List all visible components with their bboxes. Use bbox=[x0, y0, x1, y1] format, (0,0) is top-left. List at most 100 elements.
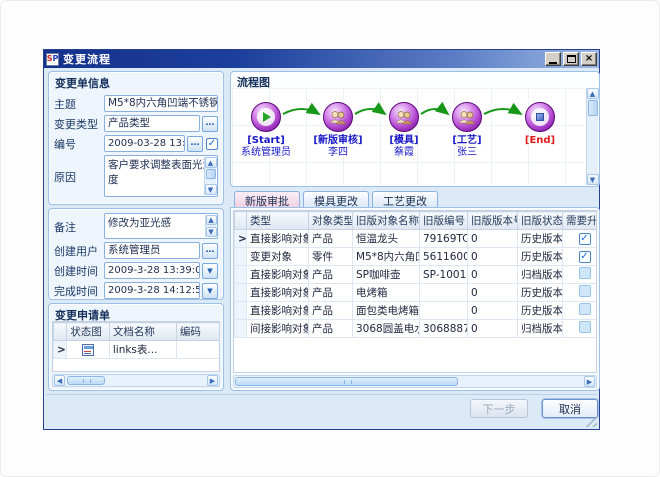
upgrade-checkbox[interactable] bbox=[579, 285, 591, 297]
remarks-text: 修改为亚光感 bbox=[108, 217, 171, 229]
detail-table-hscrollbar[interactable]: ▶ bbox=[233, 375, 597, 388]
detail-col-header-6[interactable]: 旧版状态 bbox=[518, 212, 563, 230]
create-user-browse-button[interactable]: … bbox=[202, 243, 218, 259]
minimize-button[interactable] bbox=[545, 52, 561, 66]
number-input[interactable]: 2009-03-28 13:39:01 bbox=[104, 135, 185, 152]
request-table-hscrollbar[interactable]: ◀ ▶ bbox=[52, 374, 220, 387]
node-person: 张三 bbox=[425, 147, 509, 159]
node-circle[interactable] bbox=[525, 102, 555, 132]
scroll-up-icon[interactable]: ▲ bbox=[206, 215, 217, 225]
change-type-browse-button[interactable]: … bbox=[202, 116, 218, 132]
create-user-input[interactable]: 系统管理员 bbox=[104, 242, 200, 259]
upgrade-checkbox[interactable] bbox=[579, 267, 591, 279]
finish-time-label: 完成时间 bbox=[54, 283, 104, 299]
detail-cell: 面包类电烤箱 bbox=[353, 302, 420, 320]
row-selector bbox=[235, 284, 247, 302]
scroll-right-icon[interactable]: ▶ bbox=[584, 376, 595, 387]
tab-2[interactable]: 工艺更改 bbox=[372, 191, 438, 208]
node-circle[interactable] bbox=[251, 102, 281, 132]
create-time-dropdown-button[interactable]: ▼ bbox=[202, 263, 218, 279]
scroll-right-icon[interactable]: ▶ bbox=[207, 375, 218, 386]
tab-1[interactable]: 模具更改 bbox=[303, 191, 369, 208]
cancel-button[interactable]: 取消 bbox=[542, 399, 598, 418]
detail-cell: 产品 bbox=[309, 320, 353, 338]
remarks-scrollbar[interactable]: ▲ ▼ bbox=[205, 215, 216, 237]
upgrade-cell[interactable] bbox=[563, 320, 598, 338]
upgrade-cell[interactable] bbox=[563, 266, 598, 284]
request-col-header-1[interactable]: 状态图 bbox=[67, 323, 109, 341]
number-browse-button[interactable]: … bbox=[187, 136, 203, 152]
request-form-panel: 变更申请单 状态图文档名称编码>links表...普通 ◀ ▶ bbox=[48, 303, 224, 391]
node-circle[interactable] bbox=[452, 102, 482, 132]
detail-col-header-4[interactable]: 旧版编号 bbox=[420, 212, 468, 230]
flow-node-end-4[interactable]: [End] bbox=[498, 102, 582, 147]
scroll-down-icon[interactable]: ▼ bbox=[587, 174, 599, 185]
detail-col-header-1[interactable]: 类型 bbox=[247, 212, 309, 230]
detail-col-header-7[interactable]: 需要升版 bbox=[563, 212, 598, 230]
request-col-header-2[interactable]: 文档名称 bbox=[109, 323, 176, 341]
detail-row-3[interactable]: 直接影响对象产品电烤箱0历史版本 bbox=[235, 284, 598, 302]
request-table: 状态图文档名称编码>links表...普通 bbox=[53, 322, 220, 359]
request-col-header-0[interactable] bbox=[54, 323, 67, 341]
finish-time-dropdown-button[interactable]: ▼ bbox=[202, 283, 218, 299]
request-row-0[interactable]: >links表...普通 bbox=[54, 341, 221, 359]
flow-vscrollbar[interactable]: ▲ ▼ bbox=[586, 88, 598, 185]
detail-row-2[interactable]: 直接影响对象产品SP咖啡壶SP-10010归档版本SP咖 bbox=[235, 266, 598, 284]
detail-row-1[interactable]: 变更对象零件M5*8内六角凹...56116000历史版本✓M5*8 bbox=[235, 248, 598, 266]
scroll-thumb[interactable] bbox=[67, 376, 105, 385]
reason-scrollbar[interactable]: ▲ ▼ bbox=[204, 157, 216, 195]
detail-cell: 0 bbox=[468, 320, 518, 338]
scroll-up-icon[interactable]: ▲ bbox=[587, 88, 599, 99]
detail-table-wrap: 类型对象类型旧版对象名称旧版编号旧版版本号旧版状态需要升版新版>直接影响对象产品… bbox=[233, 210, 597, 373]
next-button[interactable]: 下一步 bbox=[470, 399, 528, 418]
document-icon bbox=[82, 344, 94, 356]
scroll-left-icon[interactable]: ◀ bbox=[54, 375, 65, 386]
detail-row-5[interactable]: 间接影响对象产品3068圆盖电水壶30688870归档版本 bbox=[235, 320, 598, 338]
subject-input[interactable]: M5*8内六角凹端不锈钢紧固螺钉 bbox=[104, 95, 218, 112]
detail-col-header-2[interactable]: 对象类型 bbox=[309, 212, 353, 230]
upgrade-checkbox[interactable]: ✓ bbox=[579, 251, 591, 263]
request-col-header-3[interactable]: 编码 bbox=[176, 323, 220, 341]
status-cell bbox=[67, 341, 109, 359]
upgrade-cell[interactable] bbox=[563, 302, 598, 320]
people-icon bbox=[328, 110, 348, 125]
node-label: [工艺] bbox=[425, 135, 509, 147]
create-time-input[interactable]: 2009-3-28 13:39:01 bbox=[104, 262, 200, 279]
flow-chart-canvas[interactable]: [Start]系统管理员[新版审核]李四[模具]蔡霞[工艺]张三[End] bbox=[232, 88, 585, 184]
remarks-textarea[interactable]: 修改为亚光感 ▲ ▼ bbox=[104, 213, 218, 239]
upgrade-cell[interactable]: ✓ bbox=[563, 248, 598, 266]
detail-row-4[interactable]: 直接影响对象产品面包类电烤箱0历史版本 bbox=[235, 302, 598, 320]
upgrade-cell[interactable]: ✓ bbox=[563, 230, 598, 248]
upgrade-checkbox[interactable] bbox=[579, 321, 591, 333]
tab-0[interactable]: 新版审批 bbox=[234, 191, 300, 208]
detail-cell: 3068887 bbox=[420, 320, 468, 338]
detail-cell: 产品 bbox=[309, 284, 353, 302]
flow-node-task-3[interactable]: [工艺]张三 bbox=[425, 102, 509, 159]
detail-cell: 0 bbox=[468, 230, 518, 248]
scroll-thumb[interactable] bbox=[235, 377, 458, 386]
detail-col-header-5[interactable]: 旧版版本号 bbox=[468, 212, 518, 230]
reason-textarea[interactable]: 客户要求调整表面光滑度 ▲ ▼ bbox=[104, 155, 218, 197]
title-bar[interactable]: SP 变更流程 × bbox=[44, 50, 599, 68]
scroll-thumb[interactable] bbox=[588, 100, 598, 116]
close-icon: × bbox=[585, 54, 593, 64]
change-type-input[interactable]: 产品类型 bbox=[104, 115, 200, 132]
node-circle[interactable] bbox=[323, 102, 353, 132]
detail-col-header-0[interactable] bbox=[235, 212, 247, 230]
scroll-thumb[interactable] bbox=[206, 169, 216, 179]
upgrade-cell[interactable] bbox=[563, 284, 598, 302]
detail-col-header-3[interactable]: 旧版对象名称 bbox=[353, 212, 420, 230]
upgrade-checkbox[interactable] bbox=[579, 303, 591, 315]
node-circle[interactable] bbox=[389, 102, 419, 132]
detail-row-0[interactable]: >直接影响对象产品恒温龙头79169TC0历史版本✓ bbox=[235, 230, 598, 248]
scroll-up-icon[interactable]: ▲ bbox=[205, 157, 217, 168]
close-button[interactable]: × bbox=[581, 52, 597, 66]
scroll-down-icon[interactable]: ▼ bbox=[205, 184, 217, 195]
scroll-down-icon[interactable]: ▼ bbox=[206, 227, 217, 237]
maximize-button[interactable] bbox=[563, 52, 579, 66]
detail-cell: 恒温龙头 bbox=[353, 230, 420, 248]
detail-cell: M5*8内六角凹... bbox=[353, 248, 420, 266]
upgrade-checkbox[interactable]: ✓ bbox=[579, 233, 591, 245]
finish-time-input[interactable]: 2009-3-28 14:12:50 bbox=[104, 282, 200, 299]
number-checkbox[interactable]: ✓ bbox=[206, 138, 218, 150]
